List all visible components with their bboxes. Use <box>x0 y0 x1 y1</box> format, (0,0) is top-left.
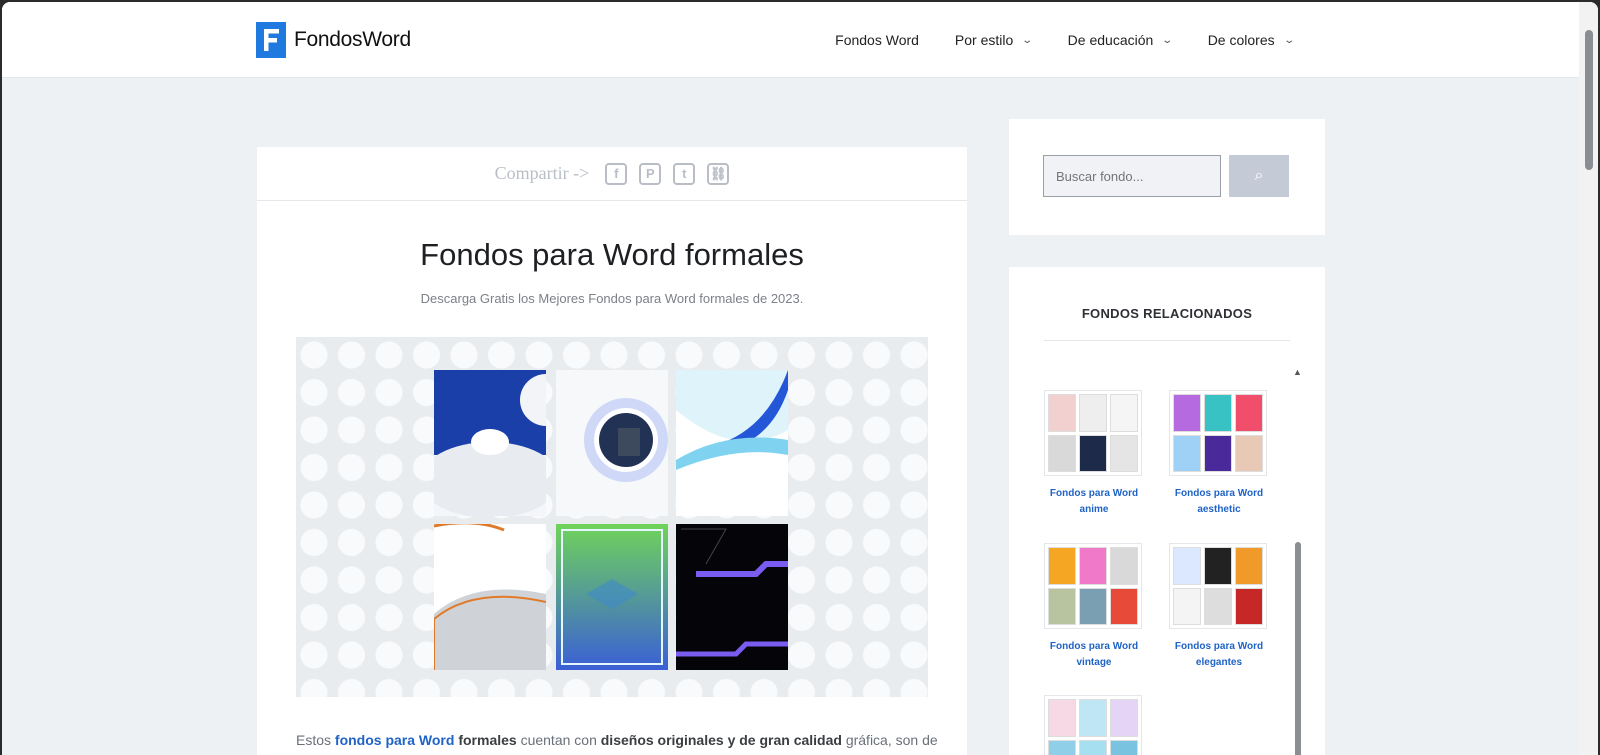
intro-bold: diseños originales y de gran calidad <box>600 732 842 748</box>
scrollbar-thumb[interactable] <box>1585 30 1593 170</box>
divider <box>1044 340 1290 341</box>
related-thumbnail <box>1044 695 1142 755</box>
tumblr-icon[interactable]: t <box>673 162 696 185</box>
related-label-line: vintage <box>1076 657 1112 668</box>
intro-text: cuentan con <box>516 732 601 748</box>
thumb-circle-frame <box>556 370 668 516</box>
nav-item-de-educacion[interactable]: De educación ⌄ <box>1067 32 1174 48</box>
related-label-line: anime <box>1079 504 1109 515</box>
scroll-up-arrow-icon[interactable]: ▲ <box>1293 367 1302 377</box>
share-bar: Compartir -> f P t ⛓ <box>257 147 967 201</box>
thumb-black-purple <box>676 524 788 670</box>
main-nav: Fondos Word Por estilo ⌄ De educación ⌄ … <box>835 32 1295 48</box>
related-thumbnail <box>1044 543 1142 629</box>
hero-image <box>296 337 928 697</box>
nav-item-fondos-word[interactable]: Fondos Word <box>835 32 919 48</box>
nav-label: De educación <box>1067 32 1154 48</box>
share-label: Compartir -> <box>494 163 590 183</box>
fondosword-logo-icon <box>256 22 286 58</box>
related-label: Fondos para Word aesthetic <box>1169 486 1269 518</box>
nav-label: Por estilo <box>954 32 1014 48</box>
related-widget: FONDOS RELACIONADOS Fondos para Word ani… <box>1009 267 1325 755</box>
intro-text: Estos <box>296 732 335 748</box>
thumb-green-gradient <box>556 524 668 670</box>
related-label-line: Fondos para Word <box>1049 641 1139 652</box>
related-thumbnail <box>1169 543 1267 629</box>
intro-bold: formales <box>454 732 517 748</box>
nav-item-por-estilo[interactable]: Por estilo ⌄ <box>954 32 1034 48</box>
related-item-elegantes[interactable]: Fondos para Word elegantes <box>1169 543 1269 671</box>
related-item-partial[interactable] <box>1044 695 1144 755</box>
chevron-down-icon: ⌄ <box>1282 34 1295 46</box>
site-header: FondosWord Fondos Word Por estilo ⌄ De e… <box>2 2 1579 78</box>
intro-paragraph: Estos fondos para Word formales cuentan … <box>296 732 938 748</box>
search-icon: ⌕ <box>1254 167 1264 184</box>
thumb-blue-tech <box>434 370 546 516</box>
nav-label: Fondos Word <box>835 32 919 48</box>
related-item-vintage[interactable]: Fondos para Word vintage <box>1044 543 1144 671</box>
article-card: Compartir -> f P t ⛓ Fondos para Word fo… <box>257 147 967 755</box>
related-label-line: Fondos para Word <box>1174 488 1264 499</box>
related-title: FONDOS RELACIONADOS <box>1081 306 1253 321</box>
related-item-aesthetic[interactable]: Fondos para Word aesthetic <box>1169 390 1269 518</box>
page-title: Fondos para Word formales <box>420 237 804 272</box>
pinterest-icon[interactable]: P <box>639 162 662 185</box>
chevron-down-icon: ⌄ <box>1161 34 1174 46</box>
search-button[interactable]: ⌕ <box>1229 155 1289 197</box>
related-label-line: Fondos para Word <box>1174 641 1264 652</box>
related-item-anime[interactable]: Fondos para Word anime <box>1044 390 1144 518</box>
site-logo[interactable]: FondosWord <box>256 22 411 58</box>
page-scrollbar[interactable] <box>1579 2 1598 755</box>
nav-label: De colores <box>1207 32 1275 48</box>
chevron-down-icon: ⌄ <box>1021 34 1034 46</box>
facebook-icon[interactable]: f <box>605 162 628 185</box>
related-thumbnail <box>1044 390 1142 476</box>
nav-item-de-colores[interactable]: De colores ⌄ <box>1207 32 1295 48</box>
related-thumbnail <box>1169 390 1267 476</box>
related-label: Fondos para Word vintage <box>1044 639 1144 671</box>
thumb-grey-curve <box>434 524 546 670</box>
related-label-line: aesthetic <box>1197 504 1241 515</box>
intro-text: gráfica, son de <box>841 732 938 748</box>
brand-name: FondosWord <box>294 28 411 51</box>
intro-link[interactable]: fondos para Word <box>335 732 455 748</box>
browser-window: FondosWord Fondos Word Por estilo ⌄ De e… <box>2 2 1598 755</box>
related-label: Fondos para Word elegantes <box>1169 639 1269 671</box>
page-subtitle: Descarga Gratis los Mejores Fondos para … <box>420 291 804 306</box>
related-scrollbar[interactable]: ▲ <box>1293 367 1303 755</box>
related-label-line: elegantes <box>1195 657 1243 668</box>
related-label-line: Fondos para Word <box>1049 488 1139 499</box>
thumb-blue-wave <box>676 370 788 516</box>
search-input[interactable] <box>1043 155 1221 197</box>
scrollbar-thumb[interactable] <box>1295 542 1301 755</box>
search-widget: ⌕ <box>1009 119 1325 235</box>
link-icon[interactable]: ⛓ <box>707 162 730 185</box>
related-label: Fondos para Word anime <box>1044 486 1144 518</box>
